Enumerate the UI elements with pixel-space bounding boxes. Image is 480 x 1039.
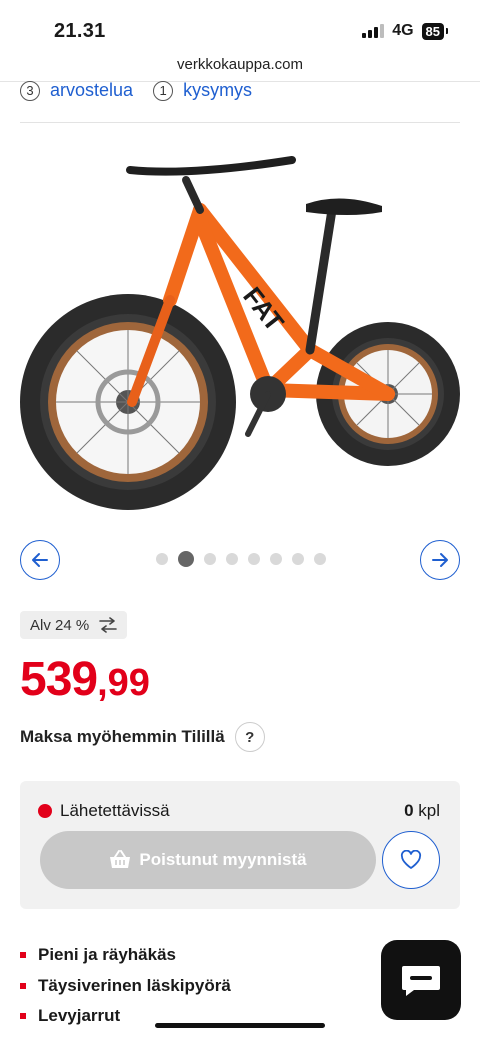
home-indicator — [155, 1023, 325, 1028]
carousel-indicators — [156, 551, 326, 567]
status-bar: 21.31 4G 85 — [0, 0, 480, 56]
carousel-dot[interactable] — [178, 551, 194, 567]
divider — [20, 122, 460, 123]
carousel-dot[interactable] — [314, 553, 326, 565]
price: 539 ,99 — [20, 652, 150, 707]
bullet-icon — [20, 1013, 26, 1020]
url-bar[interactable]: verkkokauppa.com — [0, 56, 480, 82]
price-decimals: ,99 — [97, 662, 150, 704]
carousel-dot[interactable] — [204, 553, 216, 565]
vat-toggle[interactable]: Alv 24 % — [20, 611, 128, 639]
feature-item: Pieni ja räyhäkäs — [20, 940, 231, 971]
heart-icon — [400, 850, 422, 869]
carousel-dot[interactable] — [270, 553, 282, 565]
carousel-dot[interactable] — [156, 553, 168, 565]
status-indicators: 4G 85 — [362, 22, 449, 40]
chat-button[interactable] — [381, 940, 461, 1020]
arrow-right-icon — [432, 553, 448, 567]
questions-label: kysymys — [183, 80, 253, 100]
stock-status-label: Lähetettävissä — [60, 801, 170, 820]
bullet-icon — [20, 982, 26, 989]
battery-icon: 85 — [421, 22, 449, 40]
fat-bike-illustration: FAT — [20, 156, 460, 510]
feature-list: Pieni ja räyhäkäs Täysiverinen läskipyörä… — [20, 940, 231, 1032]
chat-bubble-icon — [402, 966, 440, 996]
reviews-link[interactable]: 3 arvostelua — [20, 80, 133, 101]
stock-status-icon — [38, 804, 52, 818]
carousel-dot[interactable] — [226, 553, 238, 565]
product-image[interactable]: FAT — [10, 140, 470, 530]
pay-later-label: Maksa myöhemmin Tilillä — [20, 727, 225, 746]
basket-icon — [110, 850, 131, 868]
network-label: 4G — [392, 22, 414, 39]
stock-quantity: 0 kpl — [404, 801, 440, 821]
questions-count-badge: 1 — [153, 80, 174, 101]
arrow-left-icon — [32, 553, 48, 567]
stock-row: Lähetettävissä 0 kpl — [38, 801, 440, 821]
add-to-cart-button[interactable]: Poistunut myynnistä — [40, 831, 376, 889]
vat-label: Alv 24 % — [30, 616, 90, 634]
carousel-prev-button[interactable] — [20, 540, 60, 580]
stock-qty-unit: kpl — [418, 801, 440, 820]
status-time: 21.31 — [54, 20, 106, 42]
signal-icon — [362, 24, 385, 38]
carousel-dot[interactable] — [292, 553, 304, 565]
feature-text: Levyjarrut — [38, 1006, 121, 1026]
stock-qty-value: 0 — [404, 801, 414, 820]
feature-text: Täysiverinen läskipyörä — [38, 975, 231, 995]
pay-later-row: Maksa myöhemmin Tilillä ? — [20, 722, 265, 752]
bullet-icon — [20, 952, 26, 959]
feature-text: Pieni ja räyhäkäs — [38, 945, 176, 965]
add-to-cart-label: Poistunut myynnistä — [139, 850, 307, 869]
feature-item: Täysiverinen läskipyörä — [20, 971, 231, 1002]
help-button[interactable]: ? — [234, 722, 265, 752]
questions-link[interactable]: 1 kysymys — [153, 80, 252, 101]
purchase-box: Lähetettävissä 0 kpl Poistunut myynnistä — [20, 781, 460, 909]
reviews-label: arvostelua — [50, 80, 134, 100]
rating-links: 3 arvostelua 1 kysymys — [20, 80, 252, 101]
carousel-next-button[interactable] — [420, 540, 460, 580]
reviews-count-badge: 3 — [20, 80, 40, 101]
swap-icon — [99, 617, 118, 633]
favorite-button[interactable] — [382, 831, 440, 889]
carousel-dot[interactable] — [248, 553, 260, 565]
price-integer: 539 — [20, 653, 98, 706]
